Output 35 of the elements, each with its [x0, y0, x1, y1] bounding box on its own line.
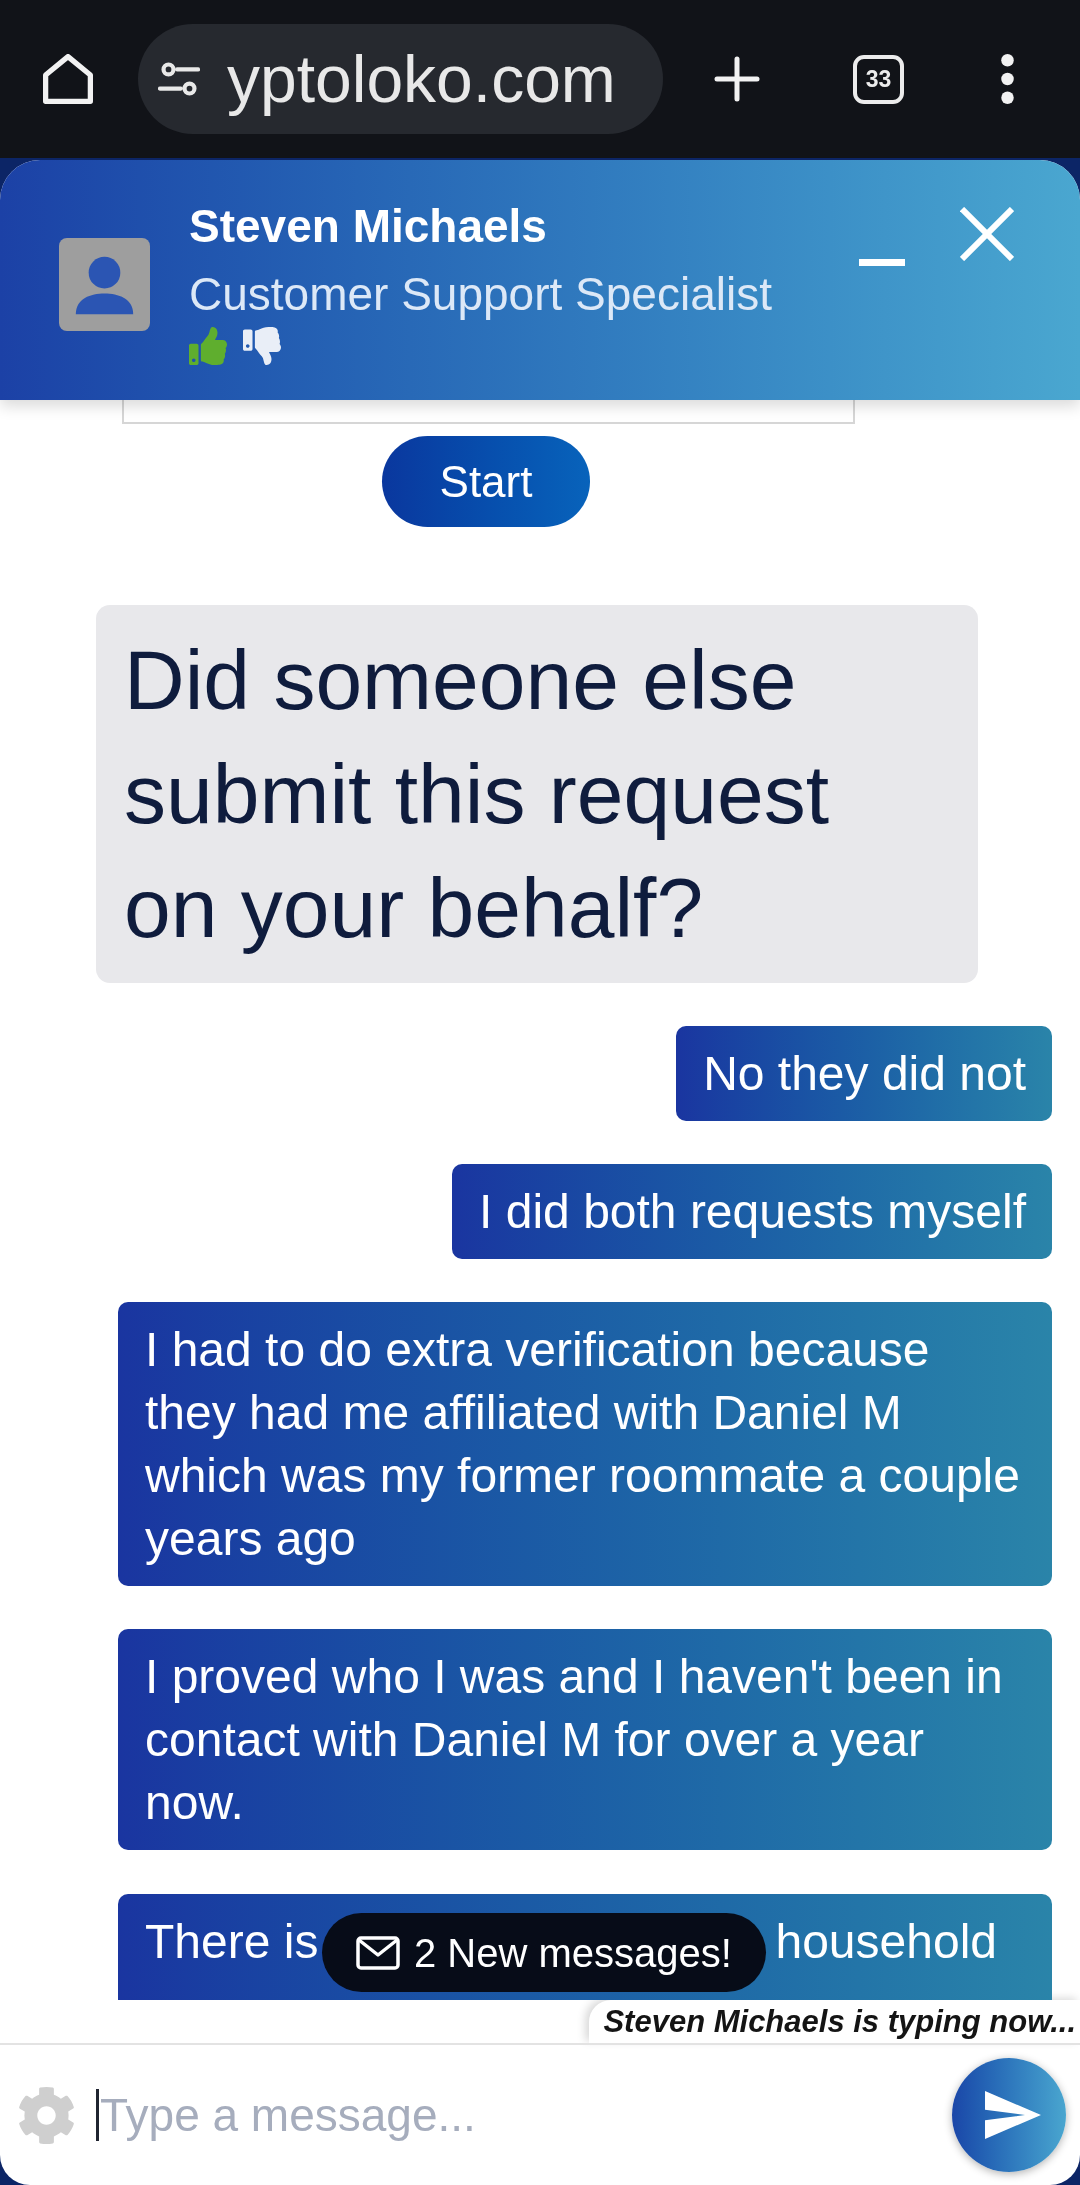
close-button[interactable] — [960, 207, 1014, 261]
plus-icon — [714, 56, 760, 102]
text-cursor-icon — [96, 2089, 99, 2141]
thumbs-down-icon[interactable] — [243, 327, 281, 365]
message-text: household — [775, 1914, 997, 1970]
visitor-message: No they did not — [676, 1026, 1052, 1121]
thumbs-up-icon[interactable] — [189, 327, 227, 365]
sliders-icon[interactable] — [158, 61, 200, 97]
start-button[interactable]: Start — [382, 436, 590, 527]
input-field[interactable] — [122, 400, 855, 424]
new-messages-button[interactable]: 2 New messages! — [322, 1913, 766, 1992]
settings-icon — [17, 2085, 76, 2145]
visitor-message: I proved who I was and I haven't been in contact with Daniel M for over a year now. — [118, 1629, 1052, 1850]
tab-switcher-button[interactable]: 33 — [853, 54, 904, 104]
minimize-icon — [859, 258, 905, 266]
message-text: There is — [145, 1914, 319, 1970]
agent-name: Steven Michaels — [189, 199, 548, 254]
new-tab-button[interactable] — [714, 56, 760, 102]
visitor-message: I did both requests myself — [452, 1164, 1052, 1259]
home-button[interactable] — [43, 54, 93, 104]
address-bar[interactable]: yptoloko.com — [138, 24, 663, 134]
send-icon — [985, 2091, 1041, 2139]
agent-title: Customer Support Specialist — [189, 267, 772, 322]
send-button[interactable] — [952, 2058, 1066, 2172]
mail-icon — [356, 1935, 400, 1970]
message-input[interactable]: Type a message... — [100, 2080, 942, 2150]
typing-indicator: Steven Michaels is typing now... — [589, 2000, 1080, 2043]
agent-message: Did someone else submit this request on your behalf? — [96, 605, 978, 983]
dots-icon — [1001, 54, 1014, 104]
more-menu-button[interactable] — [1001, 54, 1014, 104]
avatar-icon — [59, 238, 150, 331]
close-icon — [960, 207, 1014, 261]
home-icon — [43, 54, 93, 104]
url-text: yptoloko.com — [227, 41, 616, 118]
visitor-message: I had to do extra verification because they had me affiliated with Daniel M which was my former roommate a couple years ago — [118, 1302, 1052, 1586]
